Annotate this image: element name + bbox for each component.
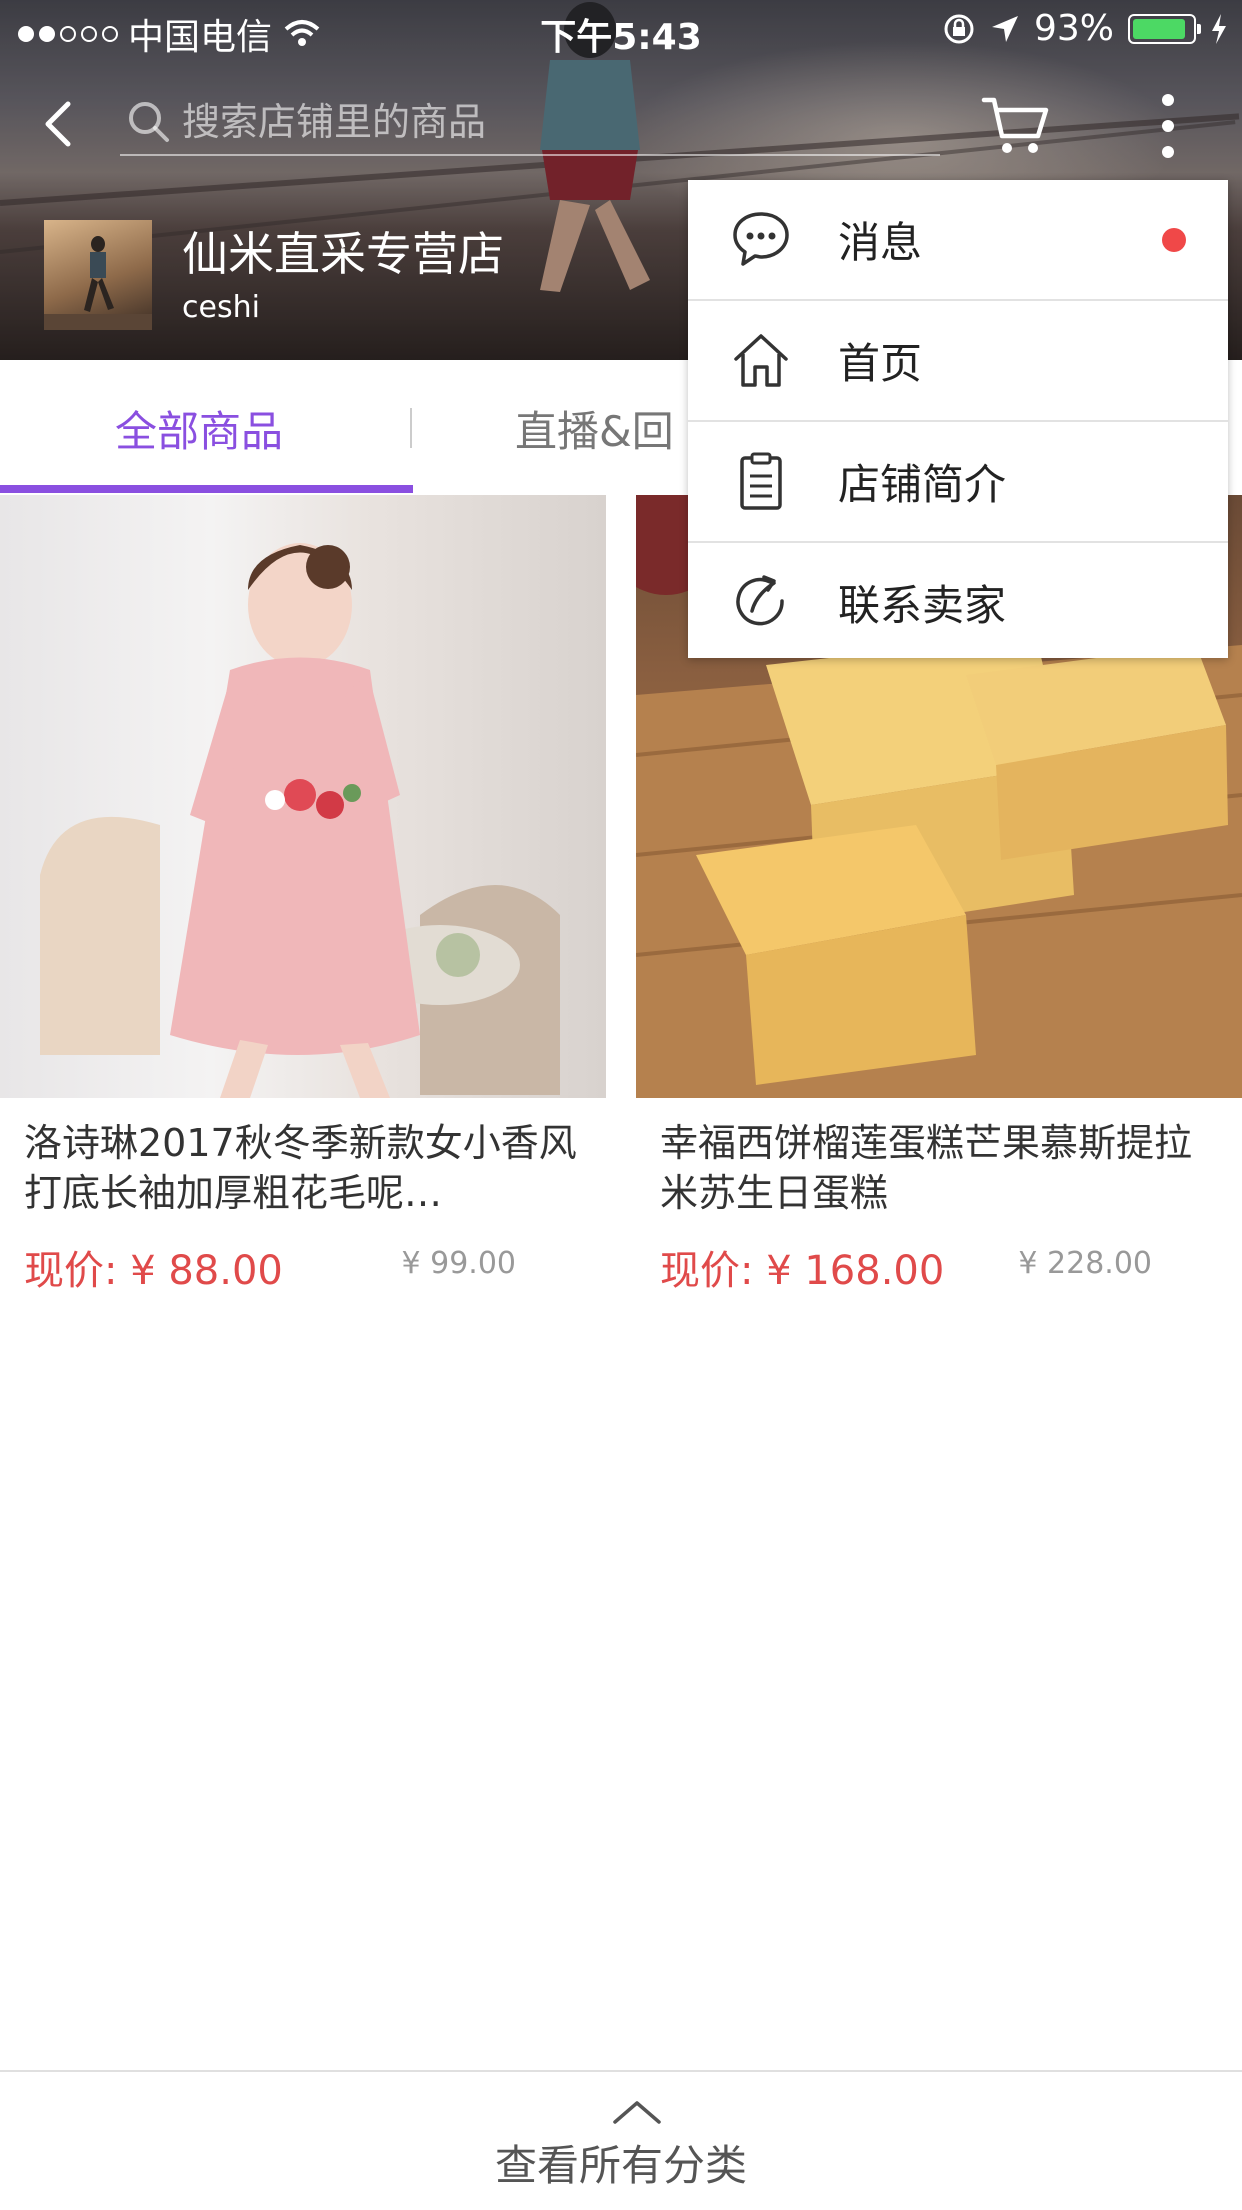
status-right: 93% <box>942 8 1228 49</box>
more-icon[interactable] <box>1140 90 1196 166</box>
menu-item-label: 联系卖家 <box>838 581 1007 630</box>
dress-photo <box>40 543 560 1098</box>
search-icon <box>129 102 169 142</box>
original-price: ¥ 228.00 <box>1018 1246 1152 1281</box>
shop-avatar[interactable] <box>44 220 152 330</box>
shop-info: 仙米直采专营店 ceshi <box>44 220 504 330</box>
menu-item-label: 店铺简介 <box>838 460 1007 509</box>
share-arrow-icon <box>736 575 784 626</box>
shop-name: 仙米直采专营店 <box>182 226 504 281</box>
shop-text: 仙米直采专营店 ceshi <box>182 226 504 325</box>
cart-icon[interactable] <box>980 90 1050 160</box>
price-row: 现价: ¥ 168.00 ¥ 228.00 <box>636 1226 1242 1296</box>
menu-item-label: 首页 <box>838 339 923 388</box>
orientation-lock-icon <box>944 14 974 43</box>
product-title[interactable]: 幸福西饼榴莲蛋糕芒果慕斯提拉米苏生日蛋糕 <box>636 1098 1242 1218</box>
shop-subtitle: ceshi <box>182 289 260 325</box>
search-bar[interactable] <box>120 90 940 156</box>
status-bar: 中国电信 下午5:43 93% <box>0 0 1242 60</box>
product-card[interactable]: 洛诗琳2017秋冬季新款女小香风打底长袖加厚粗花毛呢… 现价: ¥ 88.00 … <box>0 495 606 1296</box>
price-row: 现价: ¥ 88.00 ¥ 99.00 <box>0 1226 606 1296</box>
location-arrow-icon <box>991 15 1018 42</box>
chat-bubble-icon <box>733 212 789 266</box>
tab-live-replay[interactable]: 直播&回 <box>515 398 674 459</box>
tab-all-products[interactable]: 全部商品 <box>115 398 283 459</box>
avatar-runner-image <box>44 236 152 330</box>
product-title[interactable]: 洛诗琳2017秋冬季新款女小香风打底长袖加厚粗花毛呢… <box>0 1098 606 1218</box>
original-price: ¥ 99.00 <box>401 1246 516 1281</box>
menu-item-home[interactable]: 首页 <box>688 301 1228 422</box>
menu-item-contact-seller[interactable]: 联系卖家 <box>688 543 1228 662</box>
menu-item-shop-intro[interactable]: 店铺简介 <box>688 422 1228 543</box>
view-all-categories-label: 查看所有分类 <box>494 2141 747 2190</box>
more-options-menu: 消息 首页 店铺简介 联系卖家 <box>688 180 1228 658</box>
chevron-up-icon <box>613 2101 661 2124</box>
battery-icon <box>1128 13 1201 44</box>
home-icon <box>734 334 788 387</box>
unread-badge <box>1162 228 1186 252</box>
current-price: 现价: ¥ 168.00 <box>660 1248 945 1294</box>
battery-fill <box>1133 18 1186 39</box>
product-image-dress[interactable] <box>0 495 606 1098</box>
tab-divider <box>410 408 412 448</box>
battery-percent: 93% <box>1033 8 1114 49</box>
view-all-categories-bar[interactable]: 查看所有分类 <box>0 2070 1242 2210</box>
current-price: 现价: ¥ 88.00 <box>24 1248 283 1294</box>
tab-active-indicator <box>0 485 413 493</box>
nav-bar <box>0 70 1242 180</box>
search-input[interactable] <box>180 99 884 145</box>
charging-bolt-icon <box>1212 13 1226 44</box>
clipboard-icon <box>740 452 782 510</box>
back-icon[interactable] <box>34 96 90 152</box>
menu-item-messages[interactable]: 消息 <box>688 180 1228 301</box>
menu-item-label: 消息 <box>838 218 923 267</box>
